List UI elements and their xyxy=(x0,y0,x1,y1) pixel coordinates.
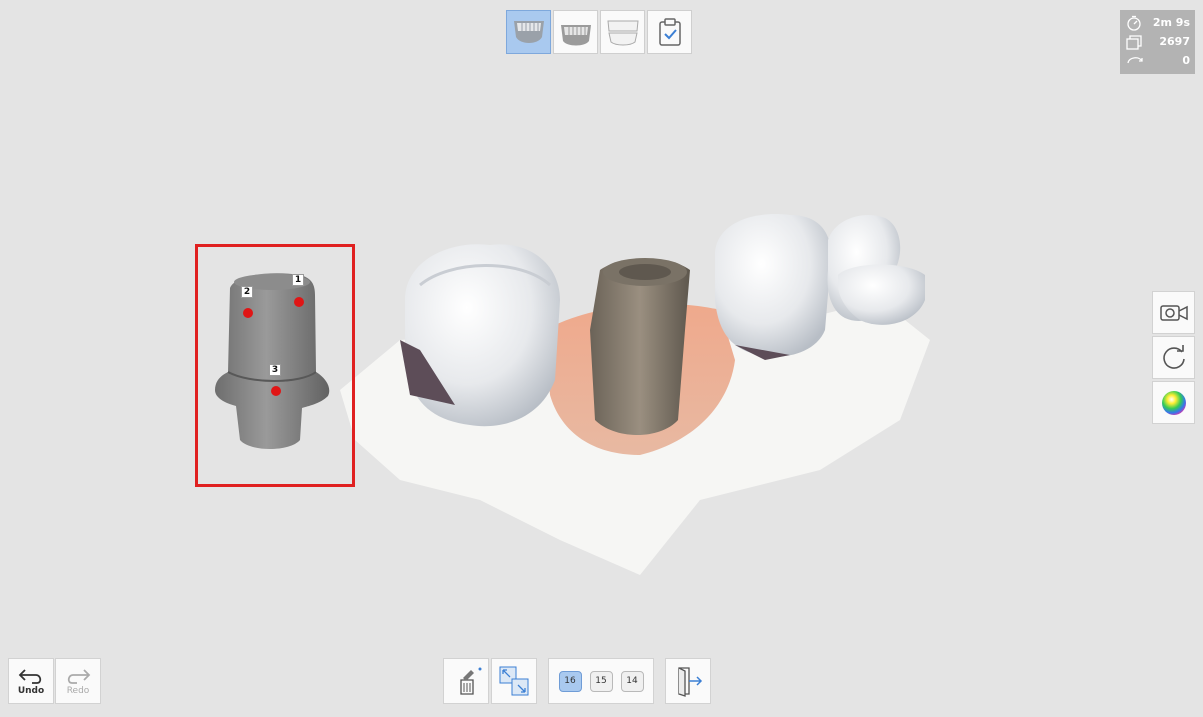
timer-icon xyxy=(1127,15,1141,31)
record-video-button[interactable] xyxy=(1152,291,1195,334)
undo-label: Undo xyxy=(17,685,45,696)
redo-label: Redo xyxy=(66,685,90,696)
clipboard-check-icon xyxy=(658,18,681,46)
exit-button[interactable] xyxy=(665,658,711,704)
rotation-count: 0 xyxy=(1182,54,1190,67)
redo-button[interactable]: Redo xyxy=(55,658,101,704)
rotation-count-icon xyxy=(1127,56,1143,63)
upper-jaw-icon xyxy=(513,21,544,43)
rotate-icon xyxy=(1162,344,1185,369)
fit-view-icon xyxy=(499,666,529,696)
redo-icon xyxy=(67,668,91,684)
undo-button[interactable]: Undo xyxy=(8,658,54,704)
alignment-point-label-2: 2 xyxy=(241,286,253,298)
stage-tabs xyxy=(506,10,692,56)
frame-count: 2697 xyxy=(1159,35,1190,48)
exit-icon xyxy=(678,667,703,697)
tab-checklist[interactable] xyxy=(647,10,692,54)
frames-icon xyxy=(1126,34,1142,50)
scan-viewport[interactable]: 1 2 3 xyxy=(0,0,1203,717)
alignment-point-label-3: 3 xyxy=(269,364,281,376)
occlusion-icon xyxy=(606,20,639,46)
alignment-point-label-1: 1 xyxy=(292,274,304,286)
tab-occlusion[interactable] xyxy=(600,10,645,54)
dental-scan-model xyxy=(215,214,930,575)
tab-lower-jaw[interactable] xyxy=(553,10,598,54)
undo-icon xyxy=(18,668,42,684)
fit-view-button[interactable] xyxy=(491,658,537,704)
color-map-button[interactable] xyxy=(1152,381,1195,424)
tooth-16-button[interactable]: 16 xyxy=(558,670,582,692)
scan-info-panel: 2m 9s 2697 0 xyxy=(1120,10,1195,74)
trim-icon xyxy=(460,667,482,695)
lower-jaw-icon xyxy=(560,25,591,46)
tooth-15-button[interactable]: 15 xyxy=(589,670,613,692)
tab-upper-jaw[interactable] xyxy=(506,10,551,54)
video-camera-icon xyxy=(1159,304,1188,321)
color-map-icon xyxy=(1161,390,1186,415)
tooth-selector: 16 15 14 xyxy=(548,658,654,704)
reset-view-button[interactable] xyxy=(1152,336,1195,379)
scan-time: 2m 9s xyxy=(1152,16,1190,29)
tooth-14-button[interactable]: 14 xyxy=(620,670,644,692)
trim-tool-button[interactable] xyxy=(443,658,489,704)
